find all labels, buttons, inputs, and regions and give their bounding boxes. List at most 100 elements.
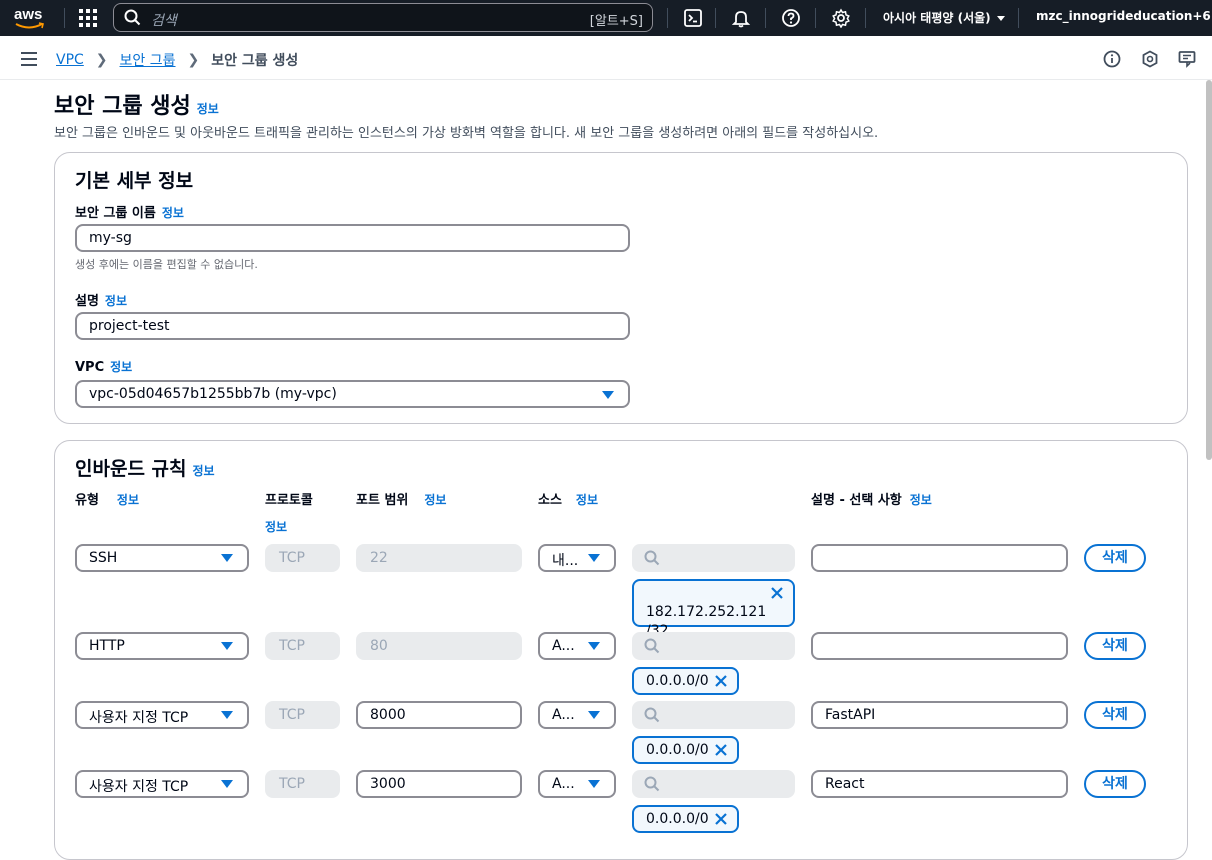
help-icon[interactable] bbox=[781, 8, 801, 28]
rule-description-field[interactable]: React bbox=[811, 770, 1068, 798]
source-select[interactable]: 내... bbox=[538, 544, 616, 572]
port-field[interactable]: 3000 bbox=[356, 770, 522, 798]
page-description: 보안 그룹은 인바운드 및 아웃바운드 트래픽을 관리하는 인스턴스의 가상 방… bbox=[54, 126, 879, 141]
cidr-token: 182.172.252.121 /32 bbox=[632, 579, 795, 639]
info-link[interactable]: 정보 bbox=[265, 520, 287, 534]
chevron-right-icon: ❯ bbox=[95, 52, 108, 68]
type-select[interactable]: SSH bbox=[75, 544, 249, 572]
source-select[interactable]: A... bbox=[538, 632, 616, 660]
vpc-select[interactable]: vpc-05d04657b1255bb7b (my-vpc) bbox=[75, 380, 630, 408]
port-field[interactable]: 8000 bbox=[356, 701, 522, 729]
inbound-rules-title-text: 인바운드 규칙 bbox=[75, 458, 187, 480]
sg-name-label: 보안 그룹 이름 정보 bbox=[75, 202, 184, 221]
cloudshell-icon[interactable] bbox=[683, 8, 703, 28]
rule-description-field[interactable]: FastAPI bbox=[811, 701, 1068, 729]
source-select-value: A... bbox=[552, 707, 575, 723]
port-field: 80 bbox=[356, 632, 522, 660]
close-icon[interactable] bbox=[714, 743, 728, 757]
vpc-label-text: VPC bbox=[75, 360, 105, 375]
type-select[interactable]: 사용자 지정 TCP bbox=[75, 701, 249, 729]
col-protocol-label: 프로토콜 bbox=[265, 493, 313, 508]
breadcrumb-vpc[interactable]: VPC bbox=[56, 52, 84, 68]
source-select-value: A... bbox=[552, 776, 575, 792]
close-icon[interactable] bbox=[770, 586, 784, 600]
info-link[interactable]: 정보 bbox=[910, 493, 932, 507]
menu-icon[interactable] bbox=[21, 52, 37, 66]
vpc-label: VPC 정보 bbox=[75, 358, 132, 375]
col-source-label: 소스 bbox=[538, 493, 562, 508]
sg-name-field[interactable]: my-sg bbox=[75, 224, 630, 252]
col-type-label: 유형 bbox=[75, 493, 99, 508]
search-icon bbox=[124, 9, 141, 26]
col-port-label: 포트 범위 bbox=[356, 493, 409, 508]
col-port: 포트 범위 정보 bbox=[356, 489, 446, 508]
type-select-value: SSH bbox=[89, 550, 118, 566]
col-description-label: 설명 - 선택 사항 bbox=[811, 493, 902, 508]
feedback-icon[interactable] bbox=[1178, 50, 1196, 68]
top-navigation: aws 검색 [알트+S] 아시아 태평양 (서울) mzc_innogride… bbox=[0, 0, 1212, 36]
cidr-search-input[interactable] bbox=[632, 544, 795, 572]
caret-down-icon bbox=[588, 642, 600, 650]
col-protocol-info: 정보 bbox=[265, 518, 287, 535]
close-icon[interactable] bbox=[714, 812, 728, 826]
rule-description-field[interactable] bbox=[811, 544, 1068, 572]
info-link[interactable]: 정보 bbox=[424, 493, 446, 507]
nav-divider bbox=[765, 8, 766, 28]
type-select-value: 사용자 지정 TCP bbox=[89, 779, 189, 795]
caret-down-icon bbox=[221, 780, 233, 788]
breadcrumb-security-groups[interactable]: 보안 그룹 bbox=[120, 50, 176, 70]
type-select[interactable]: 사용자 지정 TCP bbox=[75, 770, 249, 798]
caret-down-icon bbox=[588, 554, 600, 562]
caret-down-icon bbox=[602, 391, 614, 399]
cidr-search-input[interactable] bbox=[632, 770, 795, 798]
col-source: 소스 정보 bbox=[538, 489, 598, 508]
gear-icon[interactable] bbox=[831, 8, 851, 28]
grid-icon[interactable] bbox=[79, 9, 97, 27]
info-link[interactable]: 정보 bbox=[117, 493, 139, 507]
info-link[interactable]: 정보 bbox=[576, 493, 598, 507]
sg-name-label-text: 보안 그룹 이름 bbox=[75, 206, 156, 221]
breadcrumb-bar: VPC ❯ 보안 그룹 ❯ 보안 그룹 생성 bbox=[0, 36, 1212, 80]
protocol-field: TCP bbox=[265, 770, 340, 798]
source-select[interactable]: A... bbox=[538, 770, 616, 798]
nav-divider bbox=[667, 8, 668, 28]
nav-divider bbox=[64, 8, 65, 28]
info-link[interactable]: 정보 bbox=[110, 360, 132, 374]
aws-logo-text: aws bbox=[14, 6, 43, 23]
cidr-search-input[interactable] bbox=[632, 632, 795, 660]
aws-smile-icon bbox=[15, 22, 44, 29]
region-selector[interactable]: 아시아 태평양 (서울) bbox=[883, 9, 1005, 26]
type-select-value: HTTP bbox=[89, 638, 125, 654]
delete-button[interactable]: 삭제 bbox=[1084, 701, 1146, 729]
account-label: mzc_innogrideducation+61 bbox=[1036, 9, 1212, 23]
search-input[interactable]: 검색 [알트+S] bbox=[113, 3, 653, 32]
protocol-field: TCP bbox=[265, 632, 340, 660]
close-icon[interactable] bbox=[714, 674, 728, 688]
page-title-text: 보안 그룹 생성 bbox=[54, 94, 191, 119]
account-menu[interactable]: mzc_innogrideducation+61 bbox=[1036, 9, 1212, 23]
delete-button[interactable]: 삭제 bbox=[1084, 632, 1146, 660]
caret-down-icon bbox=[221, 642, 233, 650]
info-link[interactable]: 정보 bbox=[197, 102, 219, 116]
info-link[interactable]: 정보 bbox=[162, 206, 184, 220]
info-circle-icon[interactable] bbox=[1103, 50, 1121, 68]
nav-divider bbox=[715, 8, 716, 28]
bell-icon[interactable] bbox=[731, 8, 751, 28]
delete-button[interactable]: 삭제 bbox=[1084, 770, 1146, 798]
type-select[interactable]: HTTP bbox=[75, 632, 249, 660]
page-scrollbar[interactable] bbox=[1206, 80, 1212, 460]
caret-down-icon bbox=[221, 554, 233, 562]
rule-description-field[interactable] bbox=[811, 632, 1068, 660]
delete-button[interactable]: 삭제 bbox=[1084, 544, 1146, 572]
cidr-search-input[interactable] bbox=[632, 701, 795, 729]
description-field[interactable]: project-test bbox=[75, 312, 630, 340]
info-link[interactable]: 정보 bbox=[193, 464, 215, 478]
col-type: 유형 정보 bbox=[75, 489, 139, 508]
inbound-rules-container: 인바운드 규칙 정보 유형 정보 프로토콜 정보 포트 범위 정보 소스 정보 설명 -… bbox=[54, 440, 1188, 860]
protocol-field: TCP bbox=[265, 701, 340, 729]
chevron-right-icon: ❯ bbox=[187, 52, 200, 68]
info-link[interactable]: 정보 bbox=[105, 294, 127, 308]
source-select[interactable]: A... bbox=[538, 701, 616, 729]
security-icon[interactable] bbox=[1141, 50, 1159, 68]
aws-logo[interactable]: aws bbox=[14, 6, 48, 30]
